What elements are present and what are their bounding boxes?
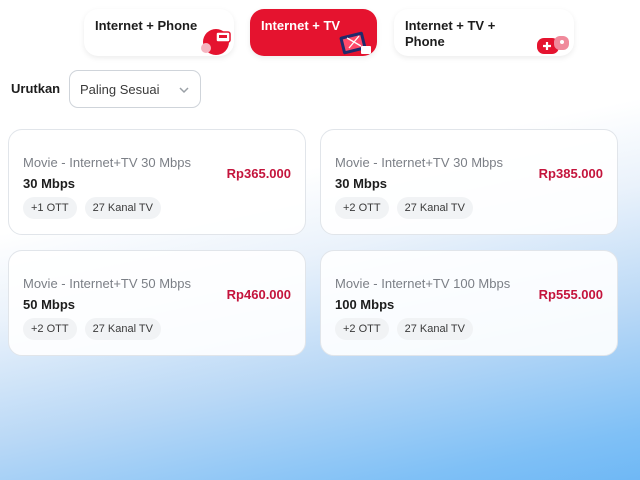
package-speed: 30 Mbps	[23, 176, 76, 191]
sort-label: Urutkan	[11, 81, 61, 96]
package-price: Rp460.000	[226, 287, 291, 302]
package-badges: +1 OTT 27 Kanal TV	[23, 197, 161, 219]
ott-badge: +2 OTT	[335, 318, 389, 340]
package-speed: 30 Mbps	[335, 176, 388, 191]
package-card[interactable]: Movie - Internet+TV 30 Mbps 30 Mbps Rp36…	[8, 129, 306, 235]
tab-label: Internet + Phone	[95, 18, 198, 33]
ott-badge: +2 OTT	[23, 318, 77, 340]
channels-badge: 27 Kanal TV	[396, 318, 473, 340]
package-name: Movie - Internet+TV 50 Mbps	[23, 276, 191, 291]
tab-internet-phone[interactable]: Internet + Phone	[84, 9, 234, 56]
package-speed: 50 Mbps	[23, 297, 76, 312]
channels-badge: 27 Kanal TV	[84, 318, 161, 340]
package-badges: +2 OTT 27 Kanal TV	[23, 318, 161, 340]
package-name: Movie - Internet+TV 30 Mbps	[23, 155, 191, 170]
gamepad-icon	[537, 36, 569, 54]
package-card[interactable]: Movie - Internet+TV 30 Mbps 30 Mbps Rp38…	[320, 129, 618, 235]
sort-dropdown[interactable]: Paling Sesuai	[69, 70, 201, 108]
tab-internet-tv[interactable]: Internet + TV	[250, 9, 377, 56]
package-badges: +2 OTT 27 Kanal TV	[335, 318, 473, 340]
package-speed: 100 Mbps	[335, 297, 395, 312]
chevron-down-icon	[179, 87, 189, 94]
package-price: Rp555.000	[538, 287, 603, 302]
channels-badge: 27 Kanal TV	[396, 197, 473, 219]
ott-badge: +2 OTT	[335, 197, 389, 219]
channels-badge: 27 Kanal TV	[84, 197, 161, 219]
phone-icon	[201, 29, 231, 55]
tab-label: Internet + TV + Phone	[405, 18, 496, 49]
tab-internet-tv-phone[interactable]: Internet + TV + Phone	[394, 9, 574, 56]
tv-icon	[339, 31, 371, 55]
package-card[interactable]: Movie - Internet+TV 100 Mbps 100 Mbps Rp…	[320, 250, 618, 356]
package-card[interactable]: Movie - Internet+TV 50 Mbps 50 Mbps Rp46…	[8, 250, 306, 356]
ott-badge: +1 OTT	[23, 197, 77, 219]
tab-label: Internet + TV	[261, 18, 341, 33]
package-price: Rp385.000	[538, 166, 603, 181]
package-name: Movie - Internet+TV 100 Mbps	[335, 276, 511, 291]
package-price: Rp365.000	[226, 166, 291, 181]
package-badges: +2 OTT 27 Kanal TV	[335, 197, 473, 219]
sort-value: Paling Sesuai	[80, 82, 160, 97]
package-name: Movie - Internet+TV 30 Mbps	[335, 155, 503, 170]
